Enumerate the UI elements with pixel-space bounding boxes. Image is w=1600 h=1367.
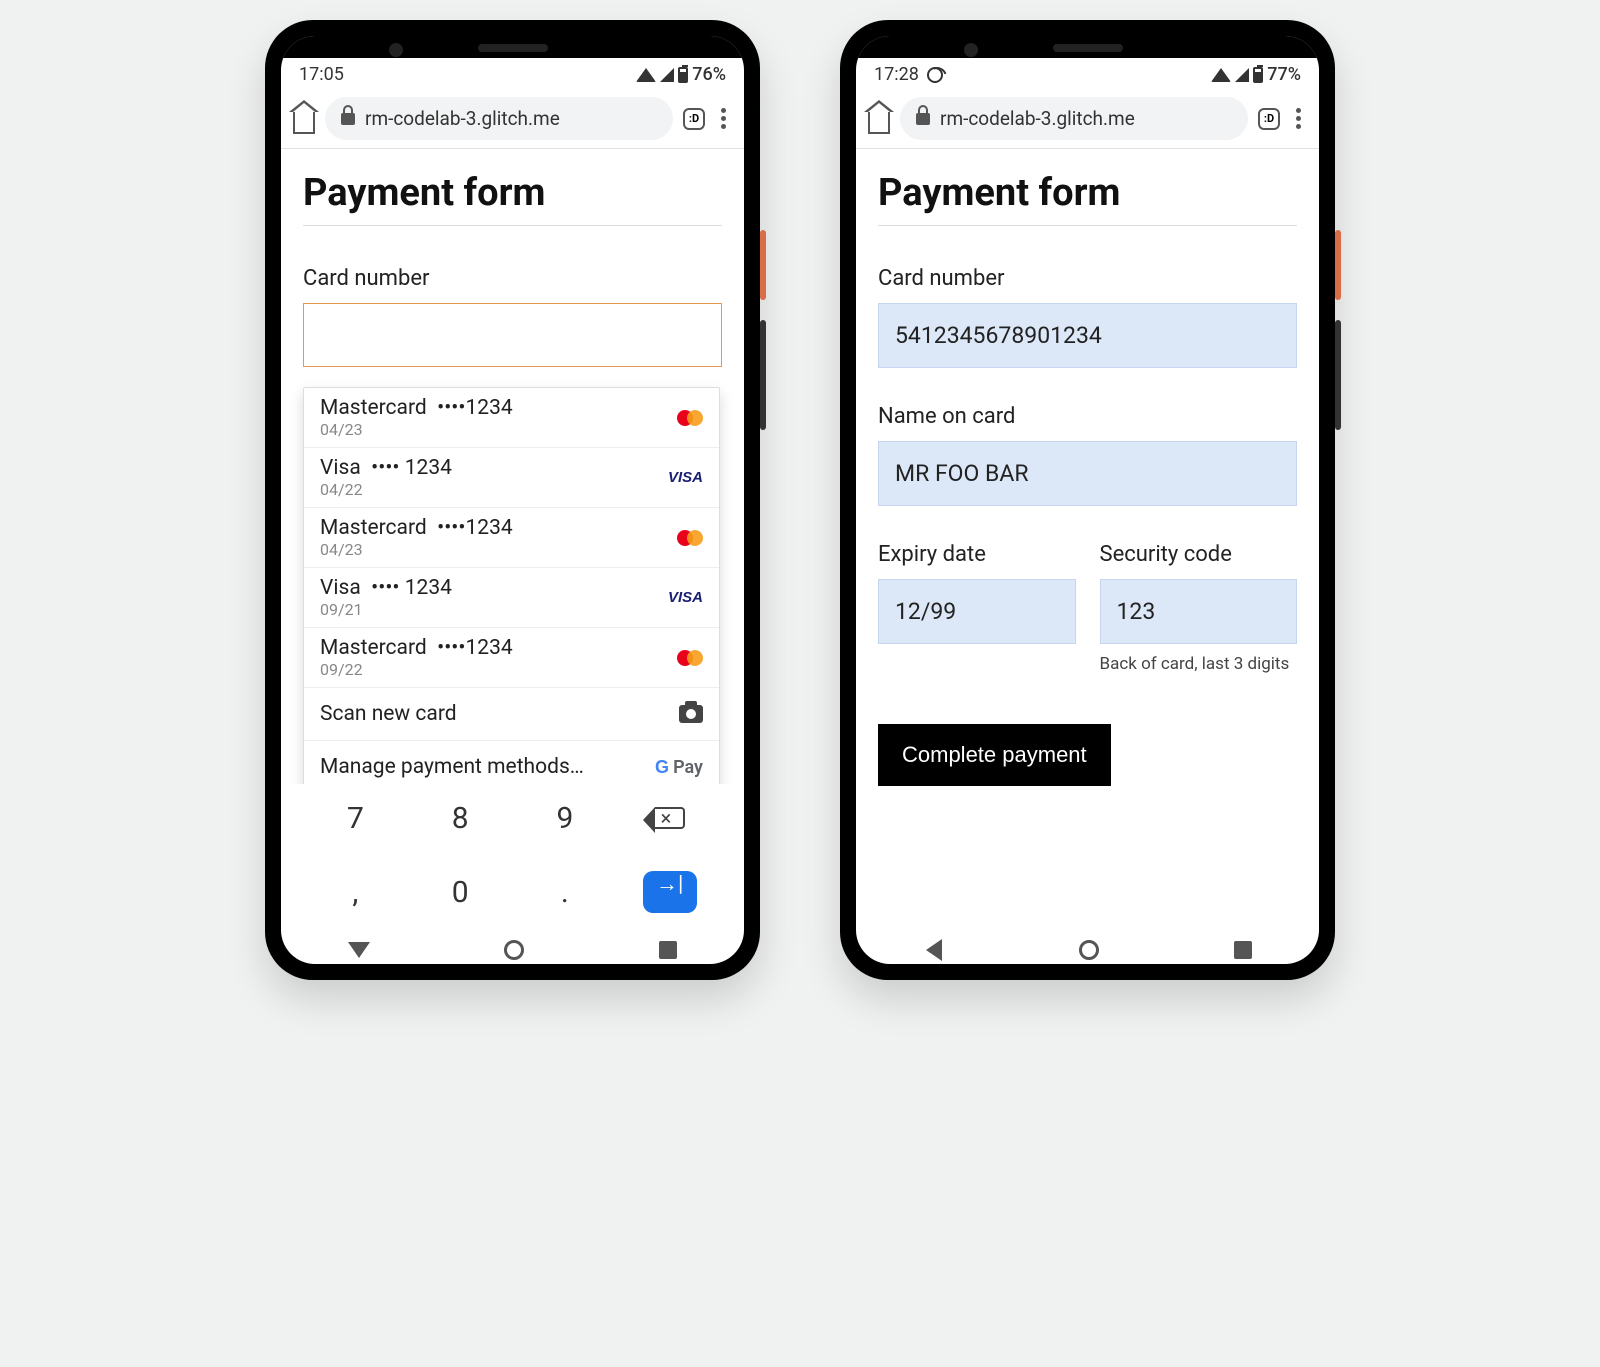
nav-recent[interactable] [659,941,677,959]
signal-icon [660,68,674,82]
card-number-input[interactable] [303,303,722,367]
nav-recent[interactable] [1234,941,1252,959]
key-0[interactable]: 0 [408,868,513,916]
battery-icon [1253,67,1263,83]
manage-payment-methods-option[interactable]: Manage payment methods… G Pay [304,741,719,784]
battery-percent: 76% [692,64,726,85]
status-bar: 17:28 77% [856,58,1319,89]
page-title: Payment form [878,171,1297,226]
complete-payment-button[interactable]: Complete payment [878,724,1111,786]
nav-back[interactable] [926,939,942,961]
status-time: 17:05 [299,64,344,85]
menu-button[interactable] [715,108,732,129]
tabs-button[interactable]: :D [683,108,705,130]
screen: 17:05 76% rm-codelab-3.glitch.me :D Paym… [281,36,744,964]
name-on-card-input[interactable]: MR FOO BAR [878,441,1297,506]
phone-right: 17:28 77% rm-codelab-3.glitch.me :D Paym… [840,20,1335,980]
autofill-card-option[interactable]: Mastercard ••••1234 04/23 [304,388,719,448]
expiry-input[interactable]: 12/99 [878,579,1076,644]
expiry-label: Expiry date [878,542,1076,567]
key-8[interactable]: 8 [408,794,513,842]
key-backspace[interactable] [617,794,722,842]
wifi-icon [1211,68,1231,82]
autofill-card-option[interactable]: Mastercard ••••1234 04/23 [304,508,719,568]
camera-icon [679,705,703,723]
wifi-icon [636,68,656,82]
scan-new-card-option[interactable]: Scan new card [304,688,719,741]
key-9[interactable]: 9 [513,794,618,842]
tabs-button[interactable]: :D [1258,108,1280,130]
status-bar: 17:05 76% [281,58,744,89]
menu-button[interactable] [1290,108,1307,129]
mastercard-icon [677,408,703,428]
lock-icon [916,113,930,125]
omnibox[interactable]: rm-codelab-3.glitch.me [900,97,1248,140]
autofill-dropdown: Mastercard ••••1234 04/23 Visa •••• 1234… [303,387,720,784]
mastercard-icon [677,528,703,548]
card-number-input[interactable]: 5412345678901234 [878,303,1297,368]
nav-home[interactable] [1079,940,1099,960]
key-7[interactable]: 7 [303,794,408,842]
home-icon[interactable] [293,112,315,134]
key-go[interactable]: →| [617,868,722,916]
home-icon[interactable] [868,112,890,134]
key-period[interactable]: . [513,868,618,916]
chrome-toolbar: rm-codelab-3.glitch.me :D [856,89,1319,149]
nav-home[interactable] [504,940,524,960]
battery-icon [678,67,688,83]
security-code-help: Back of card, last 3 digits [1100,654,1298,674]
card-number-label: Card number [878,266,1297,291]
key-comma[interactable]: , [303,868,408,916]
signal-icon [1235,68,1249,82]
mastercard-icon [677,648,703,668]
autofill-card-option[interactable]: Visa •••• 1234 04/22 VISA [304,448,719,508]
page-title: Payment form [303,171,722,226]
autofill-card-option[interactable]: Mastercard ••••1234 09/22 [304,628,719,688]
gpay-icon: G Pay [655,757,703,778]
phone-left: 17:05 76% rm-codelab-3.glitch.me :D Paym… [265,20,760,980]
data-saver-icon [927,67,943,83]
battery-percent: 77% [1267,64,1301,85]
numeric-keypad: 7 8 9 , 0 . →| [281,784,744,930]
omnibox[interactable]: rm-codelab-3.glitch.me [325,97,673,140]
nav-bar [281,930,744,964]
name-on-card-label: Name on card [878,404,1297,429]
visa-icon: VISA [668,469,703,486]
nav-bar [856,930,1319,964]
security-code-input[interactable]: 123 [1100,579,1298,644]
card-number-label: Card number [303,266,722,291]
status-time: 17:28 [874,64,919,85]
url-text: rm-codelab-3.glitch.me [365,107,560,130]
security-code-label: Security code [1100,542,1298,567]
screen: 17:28 77% rm-codelab-3.glitch.me :D Paym… [856,36,1319,964]
chrome-toolbar: rm-codelab-3.glitch.me :D [281,89,744,149]
nav-back[interactable] [348,942,370,958]
backspace-icon [655,807,685,829]
url-text: rm-codelab-3.glitch.me [940,107,1135,130]
autofill-card-option[interactable]: Visa •••• 1234 09/21 VISA [304,568,719,628]
lock-icon [341,113,355,125]
visa-icon: VISA [668,589,703,606]
